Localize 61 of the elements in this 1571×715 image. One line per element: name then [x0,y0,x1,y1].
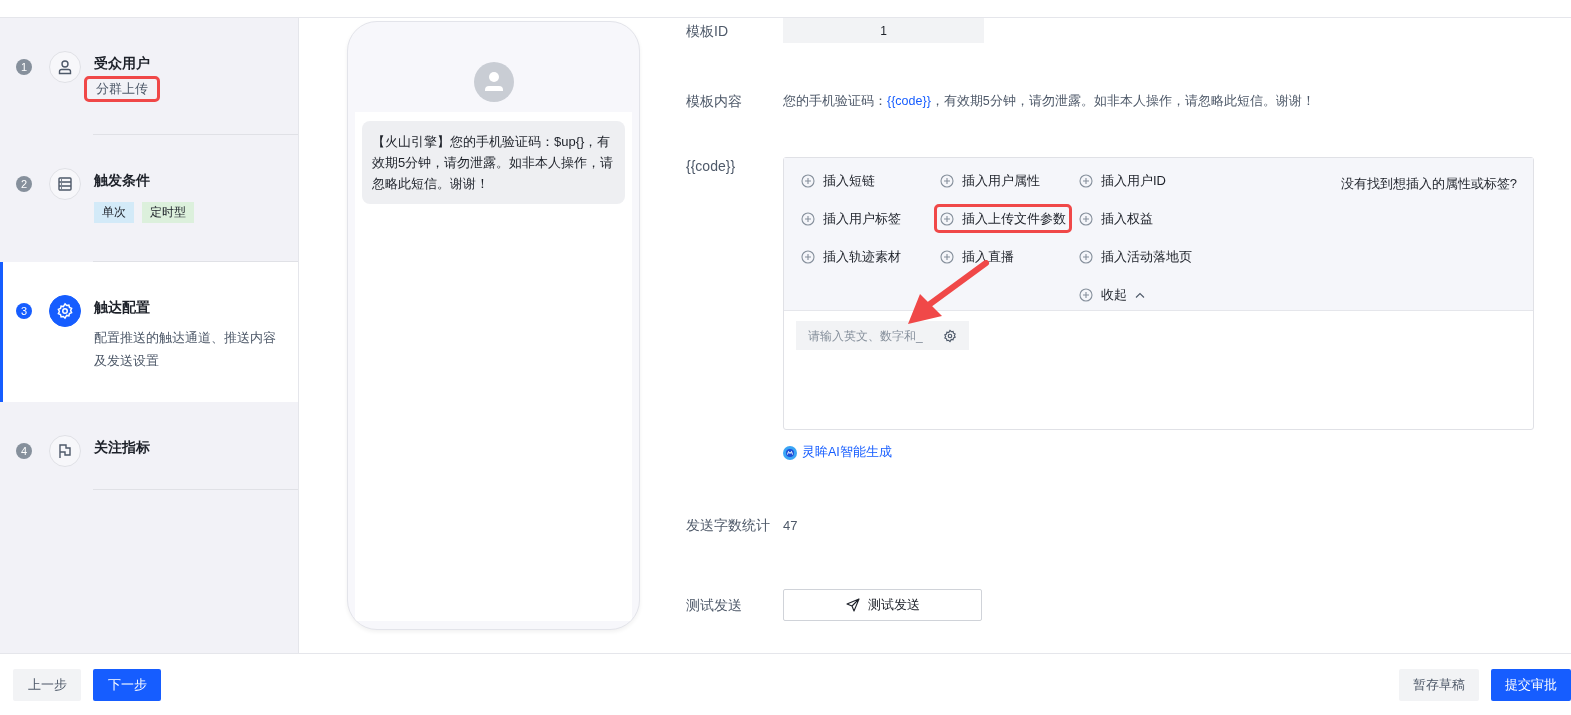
step-item[interactable]: 2 触发条件 单次 定时型 [0,135,298,262]
step-number: 1 [16,59,32,75]
plus-circle-icon [1079,249,1093,264]
person-icon [57,59,73,75]
field-label: 测试发送 [686,596,743,614]
footer-button[interactable]: 暂存草稿 [1399,668,1479,701]
plus-circle-icon [940,211,954,226]
insert-option[interactable]: 插入用户属性 [934,166,1046,195]
insert-option[interactable]: 插入用户ID [1073,166,1172,195]
input-field[interactable]: 请输入英文、数字和_ [796,321,969,350]
chevron-up-icon [1135,291,1145,298]
insert-option[interactable]: 插入短链 [795,166,881,195]
plus-circle-icon [1079,211,1093,226]
settings-icon[interactable] [943,329,957,343]
step-title: 受众用户 [94,54,151,73]
flag-icon [57,443,73,459]
step-note: 分群上传 [84,76,160,102]
plus-circle-icon [1079,287,1093,302]
send-icon [845,598,860,612]
footer-button[interactable]: 下一步 [93,668,161,701]
plus-circle-icon [940,173,954,188]
step-item[interactable]: 4 关注指标 [0,402,298,490]
insert-option[interactable]: 插入上传文件参数 [934,204,1072,233]
list-icon [57,176,73,192]
step-description: 配置推送的触达通道、推送内容及发送设置 [94,329,277,370]
step-item[interactable]: 1 受众用户 分群上传 [0,18,298,135]
plus-circle-icon [801,211,815,226]
plus-circle-icon [801,173,815,188]
template-id-field: 1 [783,18,984,43]
ai-logo-icon [783,445,797,460]
step-number: 3 [16,303,32,319]
insert-option[interactable]: 插入轨迹素材 [795,242,907,271]
template-content-text: 您的手机验证码：{{code}}，有效期5分钟，请勿泄露。如非本人操作，请忽略此短信。谢谢！ [783,92,1315,110]
step-tag: 单次 [94,202,134,223]
ai-generate-link[interactable]: 灵眸AI智能生成 [783,444,1534,461]
plus-circle-icon [801,249,815,264]
message-bubble: 【火山引擎】您的手机验证码：$up{}，有效期5分钟，请勿泄露。如非本人操作，请忽略此短信。谢谢！ [362,121,625,204]
gear-icon [56,302,74,320]
char-count: 47 [783,517,798,533]
test-send-button[interactable]: 测试发送 [783,589,982,621]
step-tag: 定时型 [142,202,194,223]
step-title: 关注指标 [94,438,150,457]
footer-button[interactable]: 上一步 [13,668,81,701]
avatar-icon [473,62,514,102]
field-label: {{code}} [686,157,737,175]
step-title: 触发条件 [94,171,151,190]
footer-button[interactable]: 提交审批 [1491,668,1571,701]
step-title: 触达配置 [94,298,151,317]
insert-option[interactable]: 插入权益 [1073,204,1159,233]
plus-circle-icon [940,249,954,264]
insert-option[interactable]: 插入用户标签 [795,204,907,233]
step-number: 2 [16,176,32,192]
insert-option[interactable]: 插入活动落地页 [1073,242,1198,271]
step-number: 4 [16,443,32,459]
field-label: 模板ID [686,21,729,40]
field-label: 模板内容 [686,92,743,110]
help-link[interactable]: 没有找到想插入的属性或标签? [1340,166,1517,310]
plus-circle-icon [1079,173,1093,188]
field-label: 发送字数统计 [686,516,771,534]
insert-option[interactable]: 收起 [1073,280,1151,309]
step-item[interactable]: 3 触达配置 配置推送的触达通道、推送内容及发送设置 [0,262,298,402]
